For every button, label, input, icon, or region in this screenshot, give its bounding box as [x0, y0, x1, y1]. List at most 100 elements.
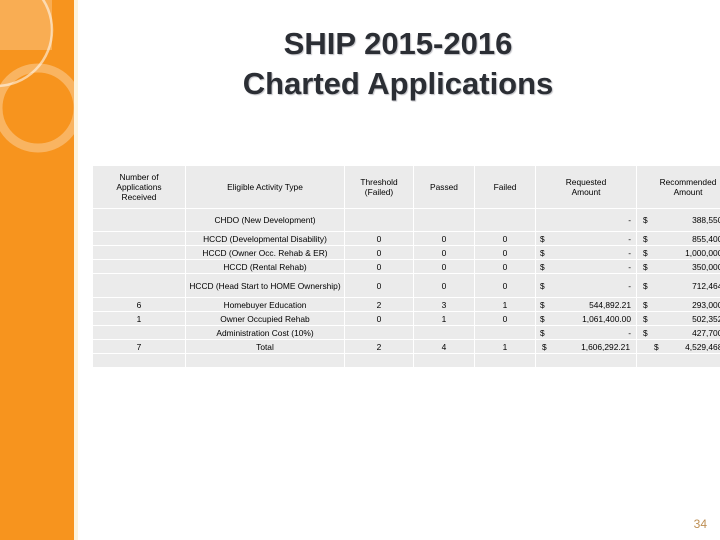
cell-empty [536, 354, 636, 367]
side-band-edge [74, 0, 78, 540]
header-line: Recommended [659, 177, 717, 187]
column-header-recommended-amount: Recommended Amount [637, 166, 720, 208]
column-header-threshold-failed: Threshold (Failed) [345, 166, 413, 208]
header-line: Number of [119, 172, 159, 182]
page-number: 34 [693, 517, 707, 531]
table-body: CHDO (New Development) -$388,550.60 HCCD (… [93, 209, 720, 367]
cell-requested-amount: $ - [536, 274, 636, 297]
cell-recommended-amount: $855,400.80 [637, 232, 720, 245]
cell-recommended-amount: $502,352.20 [637, 312, 720, 325]
currency-symbol: $ [643, 215, 648, 225]
header-line: Failed [493, 182, 517, 192]
cell-applications-received [93, 246, 185, 259]
cell-failed: 0 [475, 274, 535, 297]
cell-activity-type: HCCD (Owner Occ. Rehab & ER) [186, 246, 344, 259]
column-header-failed: Failed [475, 166, 535, 208]
cell-passed: 0 [414, 274, 474, 297]
header-line: (Failed) [364, 187, 394, 197]
table-row: HCCD (Head Start to HOME Ownership) 0 0 0 $ -… [93, 274, 720, 297]
cell-passed: 4 [414, 340, 474, 353]
table-row: CHDO (New Development) -$388,550.60 [93, 209, 720, 231]
cell-recommended-amount: $4,529,468.00 [637, 340, 720, 353]
cell-threshold-failed: 0 [345, 232, 413, 245]
currency-symbol: $ [643, 261, 648, 272]
cell-empty [414, 354, 474, 367]
cell-empty [345, 354, 413, 367]
cell-requested-amount: $ - [536, 260, 636, 273]
cell-activity-type: HCCD (Developmental Disability) [186, 232, 344, 245]
cell-failed: 0 [475, 260, 535, 273]
currency-symbol: $ [540, 327, 545, 338]
currency-symbol: $ [542, 341, 547, 352]
cell-threshold-failed: 0 [345, 274, 413, 297]
decorative-side-band [0, 0, 78, 540]
cell-recommended-amount: $712,464.00 [637, 274, 720, 297]
cell-failed: 1 [475, 298, 535, 311]
cell-activity-type: HCCD (Rental Rehab) [186, 260, 344, 273]
page-title: SHIP 2015-2016 Charted Applications [96, 24, 700, 104]
currency-symbol: $ [540, 313, 545, 324]
cell-activity-type: CHDO (New Development) [186, 209, 344, 231]
cell-recommended-amount: $1,000,000.00 [637, 246, 720, 259]
cell-failed: 0 [475, 232, 535, 245]
cell-applications-received: 6 [93, 298, 185, 311]
cell-passed: 0 [414, 232, 474, 245]
header-line: Threshold [360, 177, 398, 187]
cell-applications-received: 7 [93, 340, 185, 353]
cell-applications-received: 1 [93, 312, 185, 325]
cell-passed [414, 209, 474, 231]
header-line: Received [121, 192, 157, 202]
cell-activity-type: Homebuyer Education [186, 298, 344, 311]
cell-failed [475, 209, 535, 231]
cell-threshold-failed [345, 209, 413, 231]
cell-empty [475, 354, 535, 367]
cell-activity-type: Total [186, 340, 344, 353]
cell-activity-type: Owner Occupied Rehab [186, 312, 344, 325]
table-row: 1 Owner Occupied Rehab 0 1 0 $1,061,400.00 $50… [93, 312, 720, 325]
header-line: Requested [565, 177, 607, 187]
charted-applications-table: Number of Applications Received Eligible… [92, 165, 720, 368]
header-line: Applications [116, 182, 162, 192]
currency-symbol: $ [540, 280, 545, 291]
currency-symbol: $ [643, 327, 648, 338]
cell-applications-received [93, 260, 185, 273]
table-row: Administration Cost (10%) $-$427,700.40 [93, 326, 720, 339]
column-header-requested-amount: Requested Amount [536, 166, 636, 208]
currency-symbol: $ [540, 299, 545, 310]
currency-symbol: $ [643, 299, 648, 310]
cell-applications-received [93, 326, 185, 339]
currency-symbol: $ [643, 233, 648, 244]
cell-passed: 3 [414, 298, 474, 311]
band-light-rectangle [0, 0, 52, 50]
header-line: Amount [673, 187, 703, 197]
cell-activity-type: Administration Cost (10%) [186, 326, 344, 339]
currency-symbol: $ [643, 313, 648, 324]
table-row: 6 Homebuyer Education 2 3 1 $544,892.21 $293,0… [93, 298, 720, 311]
cell-recommended-amount: $350,000.00 [637, 260, 720, 273]
table-row: 7Total241$1,606,292.21$4,529,468.00 [93, 340, 720, 353]
cell-requested-amount: - [536, 209, 636, 231]
cell-applications-received [93, 232, 185, 245]
cell-requested-amount: $ - [536, 232, 636, 245]
cell-passed: 0 [414, 246, 474, 259]
column-header-applications-received: Number of Applications Received [93, 166, 185, 208]
cell-activity-type: HCCD (Head Start to HOME Ownership) [186, 274, 344, 297]
cell-requested-amount: $1,606,292.21 [536, 340, 636, 353]
currency-symbol: $ [643, 280, 648, 291]
cell-recommended-amount: $388,550.60 [637, 209, 720, 231]
table-row: HCCD (Rental Rehab)000$-$350,000.00 [93, 260, 720, 273]
header-line: Amount [571, 187, 601, 197]
currency-symbol: $ [643, 247, 648, 258]
cell-empty [186, 354, 344, 367]
table-header: Number of Applications Received Eligible… [93, 166, 720, 208]
column-header-eligible-activity-type: Eligible Activity Type [186, 166, 344, 208]
currency-symbol: $ [654, 341, 659, 352]
cell-threshold-failed: 2 [345, 340, 413, 353]
cell-requested-amount: $ - [536, 326, 636, 339]
cell-passed: 0 [414, 260, 474, 273]
cell-failed [475, 326, 535, 339]
table-row: HCCD (Owner Occ. Rehab & ER) 0 0 0 $ - $1,000,… [93, 246, 720, 259]
page-title-line-2: Charted Applications [242, 66, 554, 101]
cell-requested-amount: $ - [536, 246, 636, 259]
table-header-row: Number of Applications Received Eligible… [93, 166, 720, 208]
